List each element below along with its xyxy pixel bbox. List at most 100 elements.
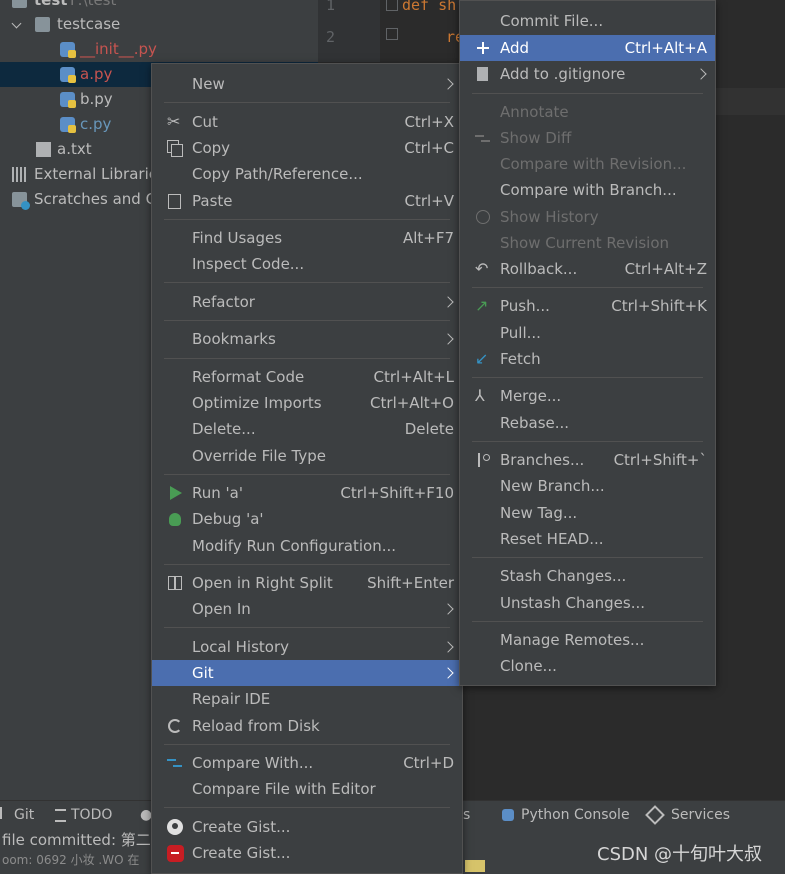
git-submenu: Commit File... Add Ctrl+Alt+A Add to .git… [459, 0, 716, 686]
status-sub: oom: 0692 小妆 .WO 在 [2, 853, 140, 867]
git-item-annotate[interactable]: Annotate [460, 99, 715, 125]
menu-item-open-right-split[interactable]: Open in Right Split Shift+Enter [152, 570, 462, 596]
git-item-compare-with-branch[interactable]: Compare with Branch... [460, 177, 715, 203]
chevron-right-icon [444, 71, 452, 97]
git-item-new-branch[interactable]: New Branch... [460, 473, 715, 499]
chevron-right-icon [444, 660, 452, 686]
menu-item-delete[interactable]: Delete... Delete [152, 416, 462, 442]
fetch-icon: ↙ [475, 349, 489, 368]
list-icon [55, 808, 66, 822]
menu-item-compare-with[interactable]: Compare With... Ctrl+D [152, 750, 462, 776]
tool-todo[interactable]: TODO [55, 805, 112, 825]
menu-item-reformat-code[interactable]: Reformat Code Ctrl+Alt+L [152, 364, 462, 390]
git-item-unstash-changes[interactable]: Unstash Changes... [460, 590, 715, 616]
text-file-icon [36, 142, 51, 157]
menu-item-find-usages[interactable]: Find Usages Alt+F7 [152, 225, 462, 251]
git-item-show-diff[interactable]: Show Diff [460, 125, 715, 151]
menu-item-override-file-type[interactable]: Override File Type [152, 443, 462, 469]
git-item-merge[interactable]: ⅄ Merge... [460, 383, 715, 409]
tool-fragment[interactable]: s [463, 805, 470, 825]
git-item-pull[interactable]: Pull... [460, 320, 715, 346]
fold-icon[interactable] [386, 28, 398, 40]
menu-item-cut[interactable]: ✂ Cut Ctrl+X [152, 109, 462, 135]
separator [164, 474, 450, 475]
menu-label: New [192, 75, 225, 93]
chevron-right-icon [697, 61, 705, 87]
tool-python-console[interactable]: Python Console [502, 805, 630, 825]
git-item-compare-with-revision[interactable]: Compare with Revision... [460, 151, 715, 177]
clock-icon [475, 209, 491, 225]
menu-item-optimize-imports[interactable]: Optimize Imports Ctrl+Alt+O [152, 390, 462, 416]
tool-services-label: Services [671, 807, 731, 823]
separator [164, 282, 450, 283]
menu-item-open-in[interactable]: Open In [152, 596, 462, 622]
gitee-icon [167, 845, 184, 862]
git-item-fetch[interactable]: ↙ Fetch [460, 346, 715, 372]
folder-label: testcase [57, 15, 121, 33]
git-item-rollback[interactable]: ↶ Rollback... Ctrl+Alt+Z [460, 256, 715, 282]
menu-item-compare-file-with-editor[interactable]: Compare File with Editor [152, 776, 462, 802]
separator [472, 287, 703, 288]
menu-label: Show History [500, 208, 599, 226]
menu-item-run[interactable]: Run 'a' Ctrl+Shift+F10 [152, 480, 462, 506]
menu-item-debug[interactable]: Debug 'a' [152, 506, 462, 532]
tool-git[interactable]: Git [0, 805, 34, 825]
menu-label: Add to .gitignore [500, 65, 626, 83]
line-number: 2 [326, 28, 336, 46]
menu-item-git[interactable]: Git [152, 660, 462, 686]
git-item-stash-changes[interactable]: Stash Changes... [460, 563, 715, 589]
menu-item-new[interactable]: New [152, 71, 462, 97]
menu-item-reload-from-disk[interactable]: Reload from Disk [152, 713, 462, 739]
separator [472, 557, 703, 558]
git-item-new-tag[interactable]: New Tag... [460, 500, 715, 526]
git-item-reset-head[interactable]: Reset HEAD... [460, 526, 715, 552]
git-item-show-current-revision[interactable]: Show Current Revision [460, 230, 715, 256]
tree-folder-testcase[interactable]: testcase [0, 12, 318, 37]
menu-shortcut: Ctrl+V [404, 192, 454, 210]
menu-label: Repair IDE [192, 690, 271, 708]
scratches-icon [12, 192, 30, 210]
git-item-branches[interactable]: Branches... Ctrl+Shift+` [460, 447, 715, 473]
menu-item-refactor[interactable]: Refactor [152, 289, 462, 315]
git-item-add[interactable]: Add Ctrl+Alt+A [460, 35, 715, 61]
copy-icon [167, 140, 183, 157]
menu-item-copy-path[interactable]: Copy Path/Reference... [152, 161, 462, 187]
menu-item-paste[interactable]: Paste Ctrl+V [152, 188, 462, 214]
menu-shortcut: Ctrl+Shift+K [611, 297, 707, 315]
tree-file[interactable]: __init__.py [0, 37, 318, 62]
separator [164, 358, 450, 359]
chevron-right-icon [444, 634, 452, 660]
chevron-right-icon [444, 596, 452, 622]
menu-label: Modify Run Configuration... [192, 537, 397, 555]
menu-label: Open in Right Split [192, 574, 333, 592]
menu-label: Unstash Changes... [500, 594, 646, 612]
menu-item-create-gist-github[interactable]: Create Gist... [152, 814, 462, 840]
menu-item-repair-ide[interactable]: Repair IDE [152, 686, 462, 712]
menu-label: Compare with Revision... [500, 155, 687, 173]
paste-icon [167, 193, 183, 209]
line-number: 1 [326, 0, 336, 14]
git-item-commit-file[interactable]: Commit File... [460, 8, 715, 34]
context-menu: New ✂ Cut Ctrl+X Copy Ctrl+C Copy Path/Refe… [151, 63, 463, 874]
menu-item-bookmarks[interactable]: Bookmarks [152, 326, 462, 352]
chevron-right-icon [444, 289, 452, 315]
separator [164, 320, 450, 321]
git-item-add-to-gitignore[interactable]: Add to .gitignore [460, 61, 715, 87]
diff-icon [475, 130, 491, 146]
menu-label: Push... [500, 297, 550, 315]
git-item-clone[interactable]: Clone... [460, 653, 715, 679]
menu-item-create-gist-gitee[interactable]: Create Gist... [152, 840, 462, 866]
git-item-rebase[interactable]: Rebase... [460, 410, 715, 436]
git-item-push[interactable]: ↗ Push... Ctrl+Shift+K [460, 293, 715, 319]
chevron-down-icon[interactable] [11, 18, 22, 29]
python-file-icon [60, 42, 76, 58]
menu-item-local-history[interactable]: Local History [152, 634, 462, 660]
fold-icon[interactable] [386, 0, 398, 11]
git-item-manage-remotes[interactable]: Manage Remotes... [460, 627, 715, 653]
menu-item-copy[interactable]: Copy Ctrl+C [152, 135, 462, 161]
git-item-show-history[interactable]: Show History [460, 204, 715, 230]
tool-services[interactable]: Services [645, 805, 731, 825]
menu-shortcut: Ctrl+Alt+A [624, 39, 707, 57]
menu-item-inspect-code[interactable]: Inspect Code... [152, 251, 462, 277]
menu-item-modify-run-config[interactable]: Modify Run Configuration... [152, 533, 462, 559]
